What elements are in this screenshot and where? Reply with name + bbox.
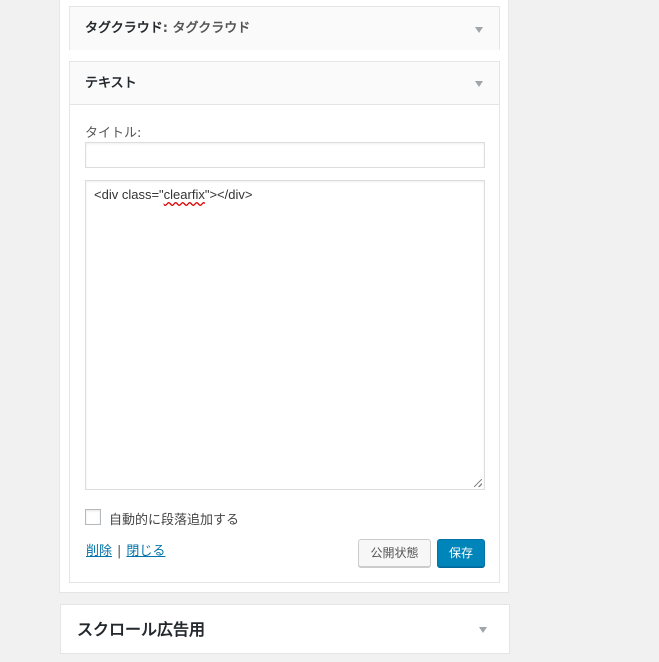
delete-link[interactable]: 削除 xyxy=(86,544,112,559)
autop-checkbox-label[interactable]: 自動的に段落追加する xyxy=(109,509,239,528)
widget-text: テキスト タイトル: <div class="clearfix"></div> … xyxy=(69,61,500,583)
widget-header[interactable]: タグクラウド: タグクラウド xyxy=(70,7,499,50)
title-field-label: タイトル: xyxy=(85,126,142,141)
close-link[interactable]: 閉じる xyxy=(126,544,165,559)
title-input[interactable] xyxy=(85,142,485,168)
widget-tag-cloud[interactable]: タグクラウド: タグクラウド xyxy=(69,6,500,50)
chevron-down-icon[interactable] xyxy=(475,26,483,33)
content-textarea[interactable]: <div class="clearfix"></div> xyxy=(85,180,485,490)
save-button[interactable]: 保存 xyxy=(437,539,485,567)
widget-area-title: スクロール広告用 xyxy=(77,620,206,639)
content-text-prefix: <div class=" xyxy=(94,187,164,202)
visibility-button[interactable]: 公開状態 xyxy=(358,539,431,567)
autop-checkbox[interactable] xyxy=(85,509,101,525)
link-separator: | xyxy=(117,544,122,559)
content-text-misspelled: clearfix xyxy=(163,187,205,202)
widget-title-sub: : タグクラウド xyxy=(162,21,251,36)
chevron-down-icon[interactable] xyxy=(479,627,487,633)
widget-title: テキスト xyxy=(85,76,137,91)
content-text-suffix: "></div> xyxy=(204,187,253,202)
resize-grip-icon[interactable] xyxy=(474,479,482,487)
widget-title-main: タグクラウド xyxy=(85,21,163,36)
widget-area-scroll-ad[interactable]: スクロール広告用 xyxy=(60,604,510,654)
widget-header[interactable]: テキスト xyxy=(70,62,499,105)
widget-control-links: 削除 | 閉じる xyxy=(86,540,165,559)
chevron-down-icon[interactable] xyxy=(475,81,483,87)
widget-title: タグクラウド: タグクラウド xyxy=(85,7,250,50)
